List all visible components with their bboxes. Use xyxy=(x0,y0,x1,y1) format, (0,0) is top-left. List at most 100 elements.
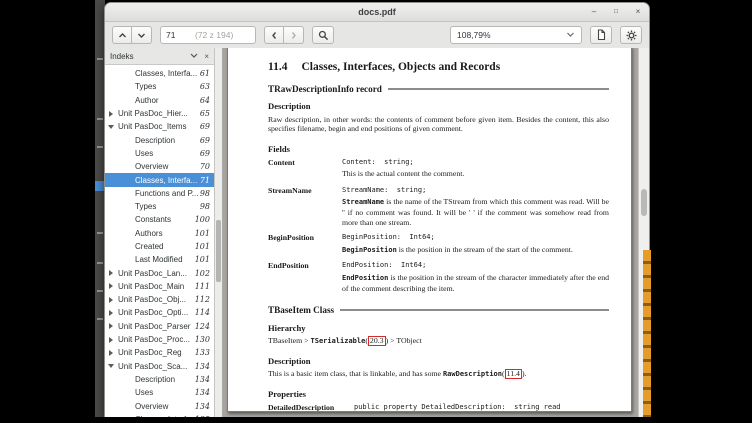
tree-expander-icon[interactable] xyxy=(125,176,133,184)
index-tree-item[interactable]: Unit PasDoc_Main 111 xyxy=(105,280,214,293)
maximize-button[interactable]: □ xyxy=(611,7,621,17)
index-item-label: Created xyxy=(133,242,195,251)
index-tree-item[interactable]: Unit PasDoc_Parser 124 xyxy=(105,320,214,333)
index-tree-item[interactable]: Unit PasDoc_Sca... 134 xyxy=(105,360,214,373)
index-tree-item[interactable]: Unit PasDoc_Reg 133 xyxy=(105,346,214,359)
close-button[interactable]: × xyxy=(633,7,643,17)
tree-expander-icon[interactable] xyxy=(108,269,116,277)
index-tree-item[interactable]: Unit PasDoc_Obj... 112 xyxy=(105,293,214,306)
tree-expander-icon[interactable] xyxy=(108,110,116,118)
sidebar-pane-selector[interactable]: Indeks xyxy=(110,52,186,61)
index-tree-item[interactable]: Unit PasDoc_Lan... 102 xyxy=(105,266,214,279)
bg-text-fragment xyxy=(97,262,103,264)
tree-expander-icon[interactable] xyxy=(125,70,133,78)
index-tree-item[interactable]: Uses 134 xyxy=(105,386,214,399)
field-row: EndPosition EndPosition: Int64; EndPosit… xyxy=(268,261,609,293)
tree-expander-icon[interactable] xyxy=(125,389,133,397)
document-scrollbar-thumb[interactable] xyxy=(641,189,647,216)
index-tree-item[interactable]: Types 63 xyxy=(105,80,214,93)
document-view: 11.4 Classes, Interfaces, Objects and Re… xyxy=(223,48,649,417)
tree-expander-icon[interactable] xyxy=(108,296,116,304)
tree-expander-icon[interactable] xyxy=(108,309,116,317)
index-item-page-number: 69 xyxy=(200,136,210,145)
index-tree-item[interactable]: Unit PasDoc_Proc... 130 xyxy=(105,333,214,346)
tree-expander-icon[interactable] xyxy=(125,83,133,91)
index-tree-item[interactable]: Functions and P... 98 xyxy=(105,187,214,200)
page-number-entry[interactable]: (72 z 194) xyxy=(160,26,256,44)
index-tree-item[interactable]: Description 69 xyxy=(105,133,214,146)
bg-text-fragment xyxy=(97,290,103,292)
settings-button[interactable] xyxy=(620,26,642,44)
tree-expander-icon[interactable] xyxy=(108,349,116,357)
cross-reference-link[interactable]: 20.3 xyxy=(368,336,386,346)
index-tree-item[interactable]: Overview 134 xyxy=(105,399,214,412)
index-item-label: Unit PasDoc_Obj... xyxy=(116,295,195,304)
index-tree-item[interactable]: Last Modified 101 xyxy=(105,253,214,266)
tree-expander-icon[interactable] xyxy=(125,402,133,410)
index-item-page-number: 111 xyxy=(195,282,210,291)
index-tree-item[interactable]: Types 98 xyxy=(105,200,214,213)
index-tree-item[interactable]: Author 64 xyxy=(105,94,214,107)
page-number-input[interactable] xyxy=(161,30,194,40)
tree-expander-icon[interactable] xyxy=(108,322,116,330)
tree-expander-icon[interactable] xyxy=(108,362,116,370)
index-tree-item[interactable]: Unit PasDoc_Opti... 114 xyxy=(105,306,214,319)
index-tree-item[interactable]: Description 134 xyxy=(105,373,214,386)
tree-expander-icon[interactable] xyxy=(125,256,133,264)
index-item-page-number: 98 xyxy=(200,189,210,198)
screen: docs.pdf – □ × (72 z 194) xyxy=(0,0,752,423)
tree-expander-icon[interactable] xyxy=(108,336,116,344)
section-number: 11.4 xyxy=(268,63,288,73)
tree-expander-icon[interactable] xyxy=(125,163,133,171)
index-tree-item[interactable]: Authors 101 xyxy=(105,227,214,240)
tree-expander-icon[interactable] xyxy=(125,189,133,197)
property-row: DetailedDescription public property Deta… xyxy=(268,403,609,412)
tree-expander-icon[interactable] xyxy=(108,282,116,290)
index-tree-item[interactable]: Created 101 xyxy=(105,240,214,253)
index-tree-item[interactable]: Classes, Interfa... 61 xyxy=(105,67,214,80)
chevron-down-icon[interactable] xyxy=(190,53,198,59)
tree-expander-icon[interactable] xyxy=(125,203,133,211)
sidebar-close-button[interactable]: × xyxy=(204,52,209,61)
tree-expander-icon[interactable] xyxy=(125,136,133,144)
index-tree-item[interactable]: Overview 70 xyxy=(105,160,214,173)
index-item-page-number: 102 xyxy=(195,269,210,278)
index-item-page-number: 134 xyxy=(195,388,210,397)
index-tree-item[interactable]: Unit PasDoc_Items 69 xyxy=(105,120,214,133)
index-item-label: Uses xyxy=(133,149,200,158)
index-item-label: Unit PasDoc_Lan... xyxy=(116,269,195,278)
tree-expander-icon[interactable] xyxy=(125,375,133,383)
search-button[interactable] xyxy=(312,26,334,44)
previous-page-button[interactable] xyxy=(112,26,132,44)
zoom-level-dropdown[interactable]: 108,79% xyxy=(450,26,582,44)
index-item-label: Unit PasDoc_Sca... xyxy=(116,362,195,371)
sidebar-scrollbar[interactable] xyxy=(215,48,223,417)
description-heading: Description xyxy=(268,102,609,112)
tree-expander-icon[interactable] xyxy=(125,229,133,237)
index-tree-item[interactable]: Uses 69 xyxy=(105,147,214,160)
index-item-page-number: 134 xyxy=(195,375,210,384)
history-forward-button[interactable] xyxy=(284,26,304,44)
tree-expander-icon[interactable] xyxy=(125,415,133,417)
tree-expander-icon[interactable] xyxy=(125,149,133,157)
sidebar-scrollbar-thumb[interactable] xyxy=(216,220,221,282)
index-tree-item[interactable]: Classes, Interfa... 135 xyxy=(105,413,214,417)
index-tree-item[interactable]: Unit PasDoc_Hier... 65 xyxy=(105,107,214,120)
page-view-button[interactable] xyxy=(590,26,612,44)
index-item-label: Last Modified xyxy=(133,255,195,264)
titlebar[interactable]: docs.pdf – □ × xyxy=(105,3,649,22)
next-page-button[interactable] xyxy=(132,26,152,44)
page-content: 11.4 Classes, Interfaces, Objects and Re… xyxy=(268,63,609,412)
index-item-label: Description xyxy=(133,375,195,384)
tree-expander-icon[interactable] xyxy=(108,123,116,131)
cross-reference-link[interactable]: 11.4 xyxy=(505,369,522,379)
property-name: DetailedDescription xyxy=(268,403,354,412)
index-tree-item[interactable]: Classes, Interfa... 71 xyxy=(105,173,214,186)
tree-expander-icon[interactable] xyxy=(125,96,133,104)
field-description: BeginPosition is the position in the str… xyxy=(342,245,609,256)
tree-expander-icon[interactable] xyxy=(125,243,133,251)
minimize-button[interactable]: – xyxy=(589,7,599,17)
history-back-button[interactable] xyxy=(264,26,284,44)
index-tree-item[interactable]: Constants 100 xyxy=(105,213,214,226)
tree-expander-icon[interactable] xyxy=(125,216,133,224)
